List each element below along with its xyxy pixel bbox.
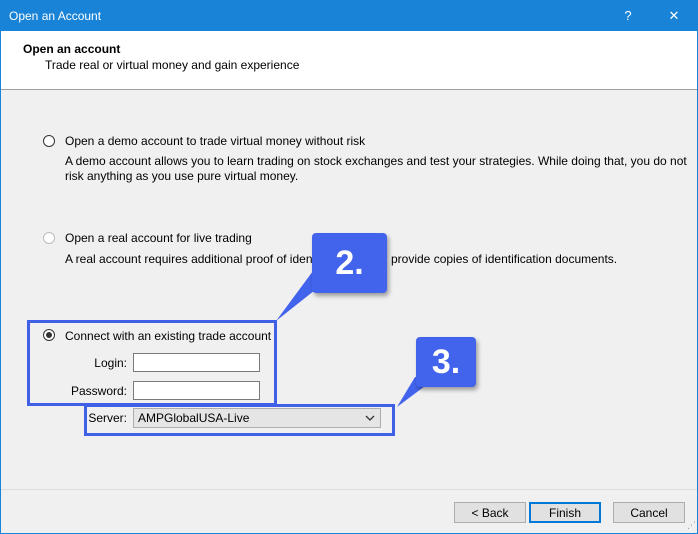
demo-account-label[interactable]: Open a demo account to trade virtual mon… <box>65 134 365 148</box>
help-button[interactable]: ? <box>611 1 645 31</box>
callout-step-2: 2. <box>312 233 387 293</box>
demo-account-description-line1: A demo account allows you to learn tradi… <box>65 154 687 168</box>
header-subtitle: Trade real or virtual money and gain exp… <box>45 58 300 72</box>
real-account-radio[interactable] <box>43 232 55 244</box>
callout-step-3: 3. <box>416 337 476 387</box>
window-title: Open an Account <box>9 9 102 23</box>
login-label: Login: <box>94 356 127 370</box>
server-select-value: AMPGlobalUSA-Live <box>138 411 250 425</box>
demo-account-radio[interactable] <box>43 135 55 147</box>
password-label: Password: <box>70 384 127 398</box>
real-account-description-left: A real account requires additional proof… <box>65 252 331 266</box>
cancel-button[interactable]: Cancel <box>613 502 685 523</box>
title-bar: Open an Account ? ✕ <box>1 1 697 31</box>
close-icon: ✕ <box>668 8 680 23</box>
close-button[interactable]: ✕ <box>651 1 697 31</box>
footer-divider <box>1 489 697 490</box>
demo-account-description-line2: risk anything as you use pure virtual mo… <box>65 169 299 183</box>
login-input[interactable] <box>133 353 260 372</box>
back-button[interactable]: < Back <box>454 502 526 523</box>
dialog-header: Open an account Trade real or virtual mo… <box>1 31 697 90</box>
server-label: Server: <box>88 411 127 425</box>
existing-account-radio[interactable] <box>43 329 55 341</box>
header-title: Open an account <box>23 42 121 56</box>
finish-button[interactable]: Finish <box>529 502 601 523</box>
real-account-label[interactable]: Open a real account for live trading <box>65 231 252 245</box>
server-select[interactable]: AMPGlobalUSA-Live <box>133 408 381 428</box>
existing-account-label[interactable]: Connect with an existing trade account <box>65 329 271 343</box>
chevron-down-icon <box>365 410 375 429</box>
open-account-dialog: Open an Account ? ✕ Open an account Trad… <box>0 0 698 534</box>
real-account-description-right: provide copies of identification documen… <box>391 252 618 266</box>
password-input[interactable] <box>133 381 260 400</box>
resize-grip-icon[interactable]: ⋰ <box>687 520 696 531</box>
